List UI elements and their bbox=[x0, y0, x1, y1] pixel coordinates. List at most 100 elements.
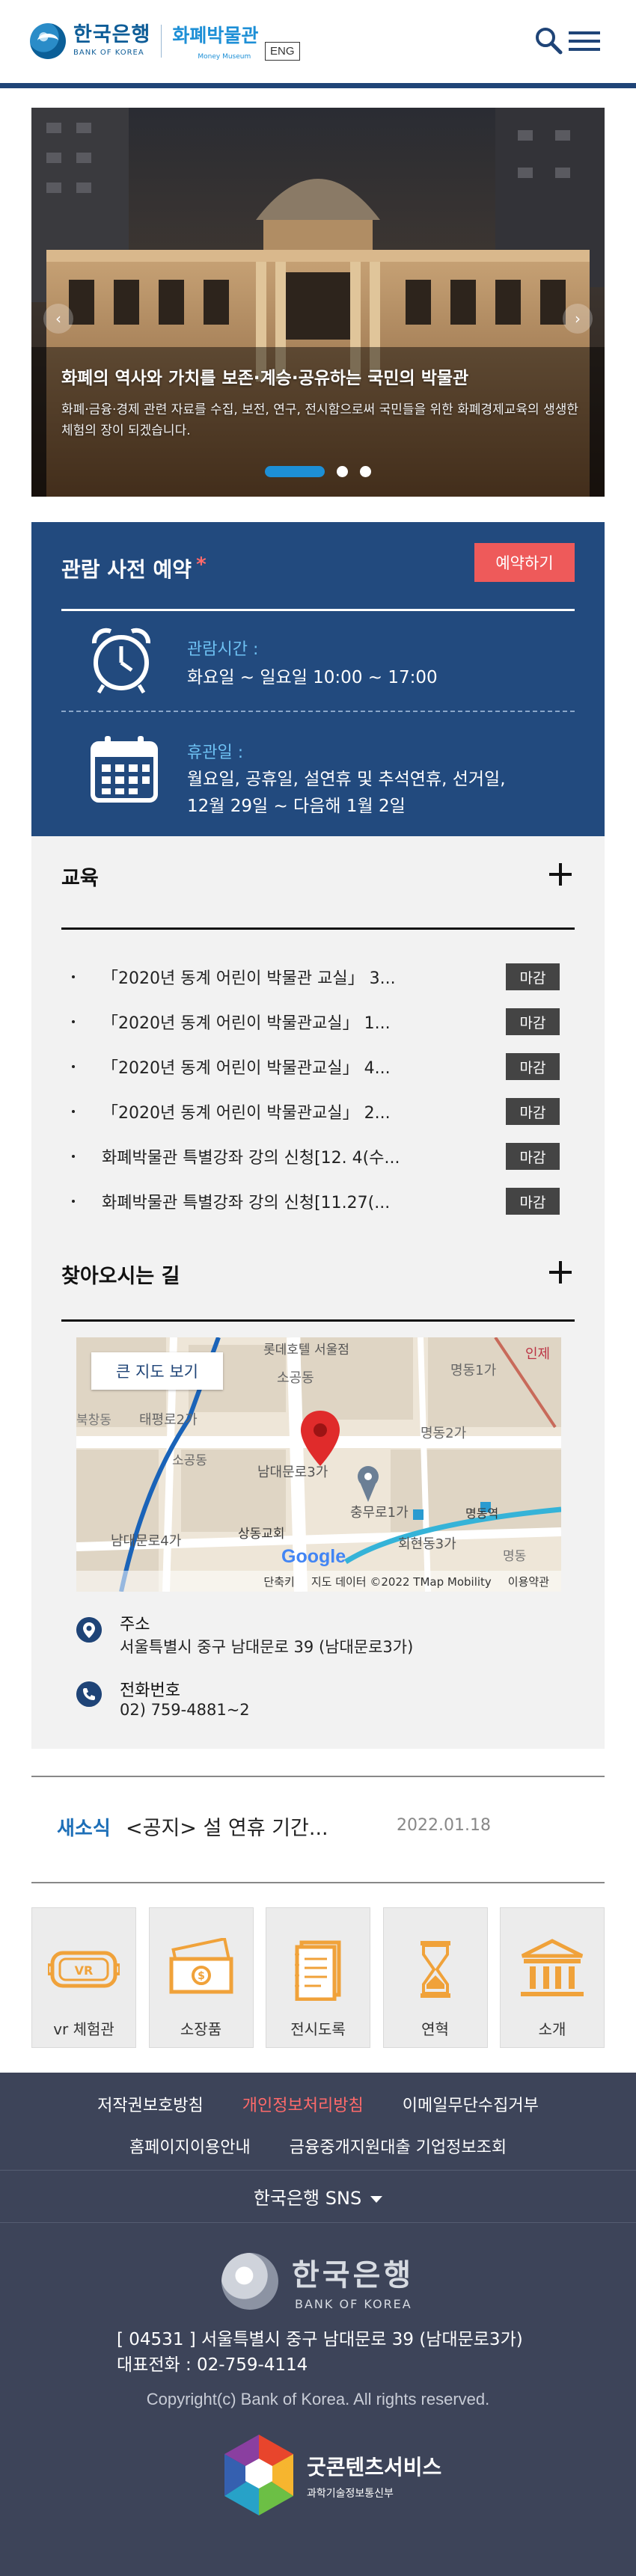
google-logo-text: Google bbox=[281, 1546, 346, 1567]
quick-item-vr[interactable]: VR vr 체험관 bbox=[31, 1907, 136, 2048]
closed-badge: 마감 bbox=[506, 1188, 560, 1215]
map-label-sogong-1: 소공동 bbox=[277, 1370, 314, 1386]
education-item-title[interactable]: 「2020년 동계 어린이 박물관교실」 1... bbox=[102, 1010, 506, 1034]
hero-dot-2[interactable] bbox=[337, 466, 348, 477]
closed-line-2: 12월 29일 ~ 다음해 1월 2일 bbox=[187, 797, 406, 816]
reservation-title: 관람 사전 예약 * bbox=[61, 553, 207, 583]
hero-dot-3[interactable] bbox=[360, 466, 371, 477]
hours-label: 관람시간 : bbox=[187, 640, 259, 659]
loan-info-link[interactable]: 금융중개지원대출 기업정보조회 bbox=[290, 2134, 507, 2158]
footer-address: [ 04531 ] 서울특별시 중구 남대문로 39 (남대문로3가) 대표전화… bbox=[117, 2327, 523, 2378]
map-label-bukchang: 북창동 bbox=[76, 1413, 111, 1428]
education-item-4[interactable]: 「2020년 동계 어린이 박물관교실」 2... 마감 bbox=[61, 1089, 575, 1134]
education-item-1[interactable]: 「2020년 동계 어린이 박물관 교실」 3... 마감 bbox=[61, 954, 575, 999]
logo[interactable]: 한국은행 BANK OF KOREA 화폐박물관 Money Museum bbox=[30, 21, 258, 61]
vr-goggles-icon: VR bbox=[48, 1951, 120, 1988]
museum-title: 화폐박물관 bbox=[172, 25, 259, 46]
news-headline[interactable]: <공지> 설 연휴 기간... bbox=[126, 1812, 328, 1841]
education-item-title[interactable]: 화폐박물관 특별강좌 강의 신청[12. 4(수... bbox=[102, 1144, 506, 1168]
footer-logo-english: BANK OF KOREA bbox=[295, 2297, 412, 2311]
directions-divider bbox=[61, 1319, 575, 1322]
map-shortcuts-link[interactable]: 단축키 bbox=[263, 1574, 294, 1589]
map-label-sogong-2: 소공동 bbox=[172, 1453, 207, 1468]
copyright-policy-link[interactable]: 저작권보호방침 bbox=[97, 2092, 204, 2116]
search-icon[interactable] bbox=[534, 26, 563, 55]
map-label-myeongdong-3: 명동 bbox=[503, 1549, 527, 1564]
education-divider bbox=[61, 927, 575, 930]
education-item-5[interactable]: 화폐박물관 특별강좌 강의 신청[12. 4(수... 마감 bbox=[61, 1134, 575, 1179]
bullet-icon bbox=[72, 1110, 75, 1113]
footer-logo: 한국은행 BANK OF KOREA bbox=[221, 2251, 414, 2311]
quick-item-about[interactable]: 소개 bbox=[500, 1907, 605, 2048]
location-map[interactable]: 롯데호텔 서울점 소공동 소공동 명동1가 명동2가 태평로2가 남대문로3가 … bbox=[76, 1337, 561, 1592]
map-label-lotte: 롯데호텔 서울점 bbox=[263, 1343, 349, 1358]
map-label-myeongdong-station: 명동역 bbox=[465, 1506, 499, 1521]
education-item-title[interactable]: 화폐박물관 특별강좌 강의 신청[11.27(... bbox=[102, 1189, 506, 1213]
bullet-icon bbox=[72, 1200, 75, 1203]
phone-label: 전화번호 bbox=[120, 1681, 180, 1700]
footer-divider bbox=[0, 2170, 636, 2171]
language-button[interactable]: ENG bbox=[265, 42, 300, 61]
closed-line-1: 월요일, 공휴일, 설연휴 및 추석연휴, 선거일, bbox=[187, 770, 506, 789]
education-item-title[interactable]: 「2020년 동계 어린이 박물관교실」 4... bbox=[102, 1055, 506, 1079]
news-top-divider bbox=[31, 1776, 605, 1777]
caret-down-icon bbox=[370, 2195, 383, 2203]
closed-badge: 마감 bbox=[506, 1098, 560, 1125]
logo-divider bbox=[161, 24, 162, 58]
education-expand-icon[interactable] bbox=[549, 863, 572, 886]
reservation-divider bbox=[61, 609, 575, 611]
copyright: Copyright(c) Bank of Korea. All rights r… bbox=[146, 2390, 490, 2408]
directions-title: 찾아오시는 길 bbox=[61, 1265, 180, 1288]
google-logo: Google bbox=[281, 1546, 346, 1568]
good-content-hexagon-icon bbox=[224, 2435, 293, 2515]
phone-value: 02) 759-4881~2 bbox=[120, 1701, 250, 1719]
education-item-2[interactable]: 「2020년 동계 어린이 박물관교실」 1... 마감 bbox=[61, 999, 575, 1044]
education-list: 「2020년 동계 어린이 박물관 교실」 3... 마감 「2020년 동계 … bbox=[61, 954, 575, 1224]
bullet-icon bbox=[72, 1155, 75, 1158]
bullet-icon bbox=[72, 1020, 75, 1023]
directions-expand-icon[interactable] bbox=[549, 1261, 572, 1284]
sns-dropdown[interactable]: 한국은행 SNS bbox=[0, 2183, 636, 2209]
map-label-myeongdong-2: 명동2가 bbox=[421, 1426, 467, 1441]
map-label-sangdong: 상동교회 bbox=[238, 1527, 285, 1542]
closed-value: 월요일, 공휴일, 설연휴 및 추석연휴, 선거일, 12월 29일 ~ 다음해… bbox=[187, 766, 506, 820]
hours-value: 화요일 ~ 일요일 10:00 ~ 17:00 bbox=[187, 668, 438, 687]
hero-prev-button[interactable]: ‹ bbox=[43, 304, 73, 334]
address-pin-icon bbox=[76, 1617, 102, 1643]
svg-text:VR: VR bbox=[75, 1963, 94, 1978]
quick-item-collection[interactable]: $ 소장품 bbox=[148, 1907, 254, 2048]
quick-label: 연혁 bbox=[421, 2020, 449, 2038]
large-map-button[interactable]: 큰 지도 보기 bbox=[91, 1352, 223, 1390]
quick-label: vr 체험관 bbox=[53, 2020, 114, 2038]
map-data-credit: 지도 데이터 ©2022 TMap Mobility bbox=[311, 1574, 492, 1589]
map-label-chungmu: 충무로1가 bbox=[350, 1505, 409, 1521]
menu-icon[interactable] bbox=[569, 30, 600, 52]
map-terms-link[interactable]: 이용약관 bbox=[508, 1574, 549, 1589]
news-label: 새소식 bbox=[57, 1818, 111, 1840]
reserve-button[interactable]: 예약하기 bbox=[474, 543, 575, 582]
banknote-icon: $ bbox=[169, 1938, 233, 1994]
svg-text:$: $ bbox=[198, 1970, 205, 1982]
email-policy-link[interactable]: 이메일무단수집거부 bbox=[403, 2092, 539, 2116]
bank-logo-icon bbox=[30, 22, 66, 59]
education-item-6[interactable]: 화폐박물관 특별강좌 강의 신청[11.27(... 마감 bbox=[61, 1179, 575, 1224]
closed-badge: 마감 bbox=[506, 963, 560, 990]
education-item-3[interactable]: 「2020년 동계 어린이 박물관교실」 4... 마감 bbox=[61, 1044, 575, 1089]
news-bottom-divider bbox=[31, 1882, 605, 1883]
map-label-injae: 인제 bbox=[525, 1346, 551, 1362]
closed-badge: 마감 bbox=[506, 1008, 560, 1035]
education-item-title[interactable]: 「2020년 동계 어린이 박물관 교실」 3... bbox=[102, 965, 506, 989]
quick-label: 소개 bbox=[538, 2020, 566, 2038]
quick-label: 소장품 bbox=[180, 2020, 222, 2038]
address-label: 주소 bbox=[120, 1616, 150, 1634]
quick-item-catalog[interactable]: 전시도록 bbox=[266, 1907, 370, 2048]
info-panel: 교육 「2020년 동계 어린이 박물관 교실」 3... 마감 「2020년 … bbox=[31, 836, 605, 1749]
privacy-policy-link[interactable]: 개인정보처리방침 bbox=[242, 2092, 364, 2116]
quick-item-history[interactable]: 연혁 bbox=[382, 1907, 488, 2048]
site-guide-link[interactable]: 홈페이지이용안내 bbox=[129, 2134, 251, 2158]
hero-dot-1[interactable] bbox=[265, 466, 325, 477]
hero-next-button[interactable]: › bbox=[563, 304, 593, 334]
good-content-title: 굿콘텐츠서비스 bbox=[307, 2455, 442, 2480]
bullet-icon bbox=[72, 975, 75, 978]
education-item-title[interactable]: 「2020년 동계 어린이 박물관교실」 2... bbox=[102, 1100, 506, 1123]
